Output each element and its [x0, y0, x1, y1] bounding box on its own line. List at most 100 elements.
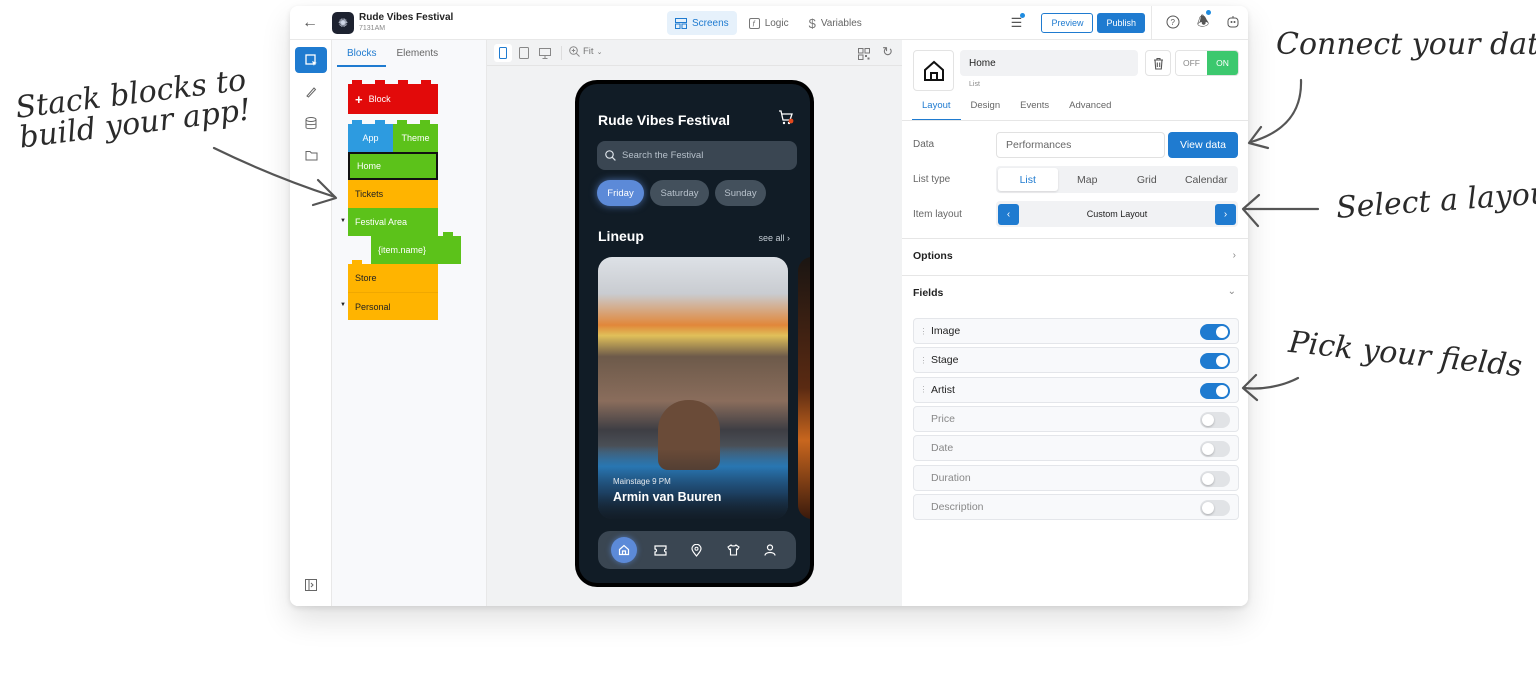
component-type-label: List	[969, 81, 980, 88]
tab-layout[interactable]: Layout	[912, 97, 961, 121]
block-stud	[421, 80, 431, 84]
nav-ticket-icon[interactable]	[648, 537, 674, 563]
component-name-input[interactable]: Home	[960, 50, 1138, 76]
day-chip-sunday[interactable]: Sunday	[715, 180, 766, 206]
next-layout-button[interactable]: ›	[1215, 203, 1236, 225]
day-chip-friday[interactable]: Friday	[597, 180, 644, 206]
tab-variables[interactable]: $ Variables	[801, 11, 870, 35]
block-stud	[443, 232, 453, 236]
home-icon	[923, 60, 944, 81]
block-label: {item.name}	[378, 245, 427, 255]
fields-section-header[interactable]: Fields ⌄	[902, 276, 1248, 312]
brush-tool-button[interactable]	[295, 79, 327, 105]
desktop-view-button[interactable]	[536, 44, 554, 62]
list-type-calendar[interactable]: Calendar	[1177, 168, 1237, 191]
list-type-grid[interactable]: Grid	[1117, 168, 1177, 191]
data-label: Data	[913, 139, 935, 150]
drag-handle-icon[interactable]: ⋮	[917, 356, 929, 365]
on-option[interactable]: ON	[1207, 51, 1238, 75]
field-row[interactable]: Price	[913, 405, 1239, 432]
annotation-stack-blocks: Stack blocks to build your app!	[14, 63, 253, 156]
divider	[561, 46, 562, 60]
block-personal[interactable]: Personal	[348, 292, 438, 320]
nav-user-icon[interactable]	[757, 537, 783, 563]
options-section-header[interactable]: Options ›	[902, 239, 1248, 275]
field-name: Stage	[931, 354, 959, 367]
visibility-toggle[interactable]: OFF ON	[1175, 50, 1239, 76]
add-block-button[interactable]: + Block	[348, 80, 438, 114]
field-toggle[interactable]	[1200, 470, 1230, 487]
view-data-button[interactable]: View data	[1168, 132, 1238, 158]
data-source-input[interactable]: Performances	[996, 132, 1165, 158]
field-row[interactable]: Duration	[913, 464, 1239, 491]
mobile-view-button[interactable]	[494, 44, 512, 62]
day-chip-saturday[interactable]: Saturday	[650, 180, 709, 206]
drag-handle-icon[interactable]: ⋮	[917, 327, 929, 336]
tab-screens[interactable]: Screens	[667, 11, 737, 35]
off-option[interactable]: OFF	[1176, 51, 1207, 75]
collapse-panel-button[interactable]	[295, 572, 327, 598]
nav-shirt-icon[interactable]	[720, 537, 746, 563]
refresh-button[interactable]: ↻	[882, 44, 893, 60]
tab-advanced[interactable]: Advanced	[1059, 97, 1121, 121]
preview-button[interactable]: Preview	[1041, 13, 1094, 33]
phone-app-title: Rude Vibes Festival	[598, 112, 731, 128]
help-icon[interactable]: ?	[1158, 15, 1188, 32]
publish-button[interactable]: Publish	[1097, 13, 1145, 33]
database-button[interactable]	[295, 110, 327, 136]
tab-design[interactable]: Design	[961, 97, 1011, 121]
component-icon	[913, 50, 954, 91]
tab-events[interactable]: Events	[1010, 97, 1059, 121]
tablet-view-button[interactable]	[515, 44, 533, 62]
lineup-card-next[interactable]	[798, 257, 810, 519]
previous-layout-button[interactable]: ‹	[998, 203, 1019, 225]
field-toggle[interactable]	[1200, 324, 1230, 340]
block-home[interactable]: Home	[348, 152, 438, 180]
block-tickets[interactable]: Tickets	[348, 180, 438, 208]
phone-search-input[interactable]: Search the Festival	[597, 141, 797, 170]
block-store[interactable]: Store	[348, 260, 438, 292]
robot-icon[interactable]	[1218, 15, 1248, 32]
tab-logic[interactable]: f Logic	[741, 11, 797, 35]
qr-code-button[interactable]	[858, 47, 870, 65]
field-row[interactable]: ⋮ Image	[913, 318, 1239, 344]
list-type-map[interactable]: Map	[1058, 168, 1118, 191]
zoom-dropdown[interactable]: Fit ⌄	[569, 46, 602, 57]
block-app[interactable]: App	[348, 120, 393, 152]
caret-down-icon[interactable]: ▼	[340, 218, 346, 224]
divider	[902, 120, 1248, 121]
field-row[interactable]: ⋮ Artist	[913, 376, 1239, 403]
bell-icon[interactable]: 🕭	[1188, 10, 1218, 35]
block-festival-area[interactable]: Festival Area	[348, 208, 438, 236]
back-arrow-icon[interactable]: ←	[302, 14, 318, 32]
see-all-link[interactable]: see all ›	[758, 233, 790, 243]
lineup-card[interactable]: Mainstage 9 PM Armin van Buuren	[598, 257, 788, 519]
canvas-toolbar: Fit ⌄ ↻	[487, 40, 902, 66]
caret-down-icon[interactable]: ▼	[340, 302, 346, 308]
delete-button[interactable]	[1145, 50, 1171, 76]
field-row[interactable]: Date	[913, 435, 1239, 462]
field-row[interactable]: ⋮ Stage	[913, 347, 1239, 374]
checklist-icon[interactable]: ☰	[1001, 13, 1031, 31]
card-stage-time: Mainstage 9 PM	[613, 477, 671, 486]
block-item-name[interactable]: {item.name}	[371, 232, 461, 264]
field-toggle[interactable]	[1200, 382, 1230, 399]
lineup-heading: Lineup	[598, 228, 644, 244]
select-tool-button[interactable]	[295, 47, 327, 73]
cart-icon[interactable]	[778, 110, 794, 129]
block-stud	[397, 120, 407, 124]
field-row[interactable]: Description	[913, 493, 1239, 520]
nav-location-icon[interactable]	[684, 537, 710, 563]
field-toggle[interactable]	[1200, 441, 1230, 458]
field-toggle[interactable]	[1200, 353, 1230, 370]
phone-preview: Rude Vibes Festival Search the Festival …	[575, 80, 814, 587]
list-type-list[interactable]: List	[998, 168, 1058, 191]
block-theme[interactable]: Theme	[393, 120, 438, 152]
tab-blocks[interactable]: Blocks	[337, 40, 387, 67]
drag-handle-icon[interactable]: ⋮	[917, 385, 929, 394]
tab-elements[interactable]: Elements	[386, 40, 448, 67]
field-toggle[interactable]	[1200, 411, 1230, 428]
files-button[interactable]	[295, 142, 327, 168]
field-toggle[interactable]	[1200, 499, 1230, 516]
nav-home-icon[interactable]	[611, 537, 638, 563]
